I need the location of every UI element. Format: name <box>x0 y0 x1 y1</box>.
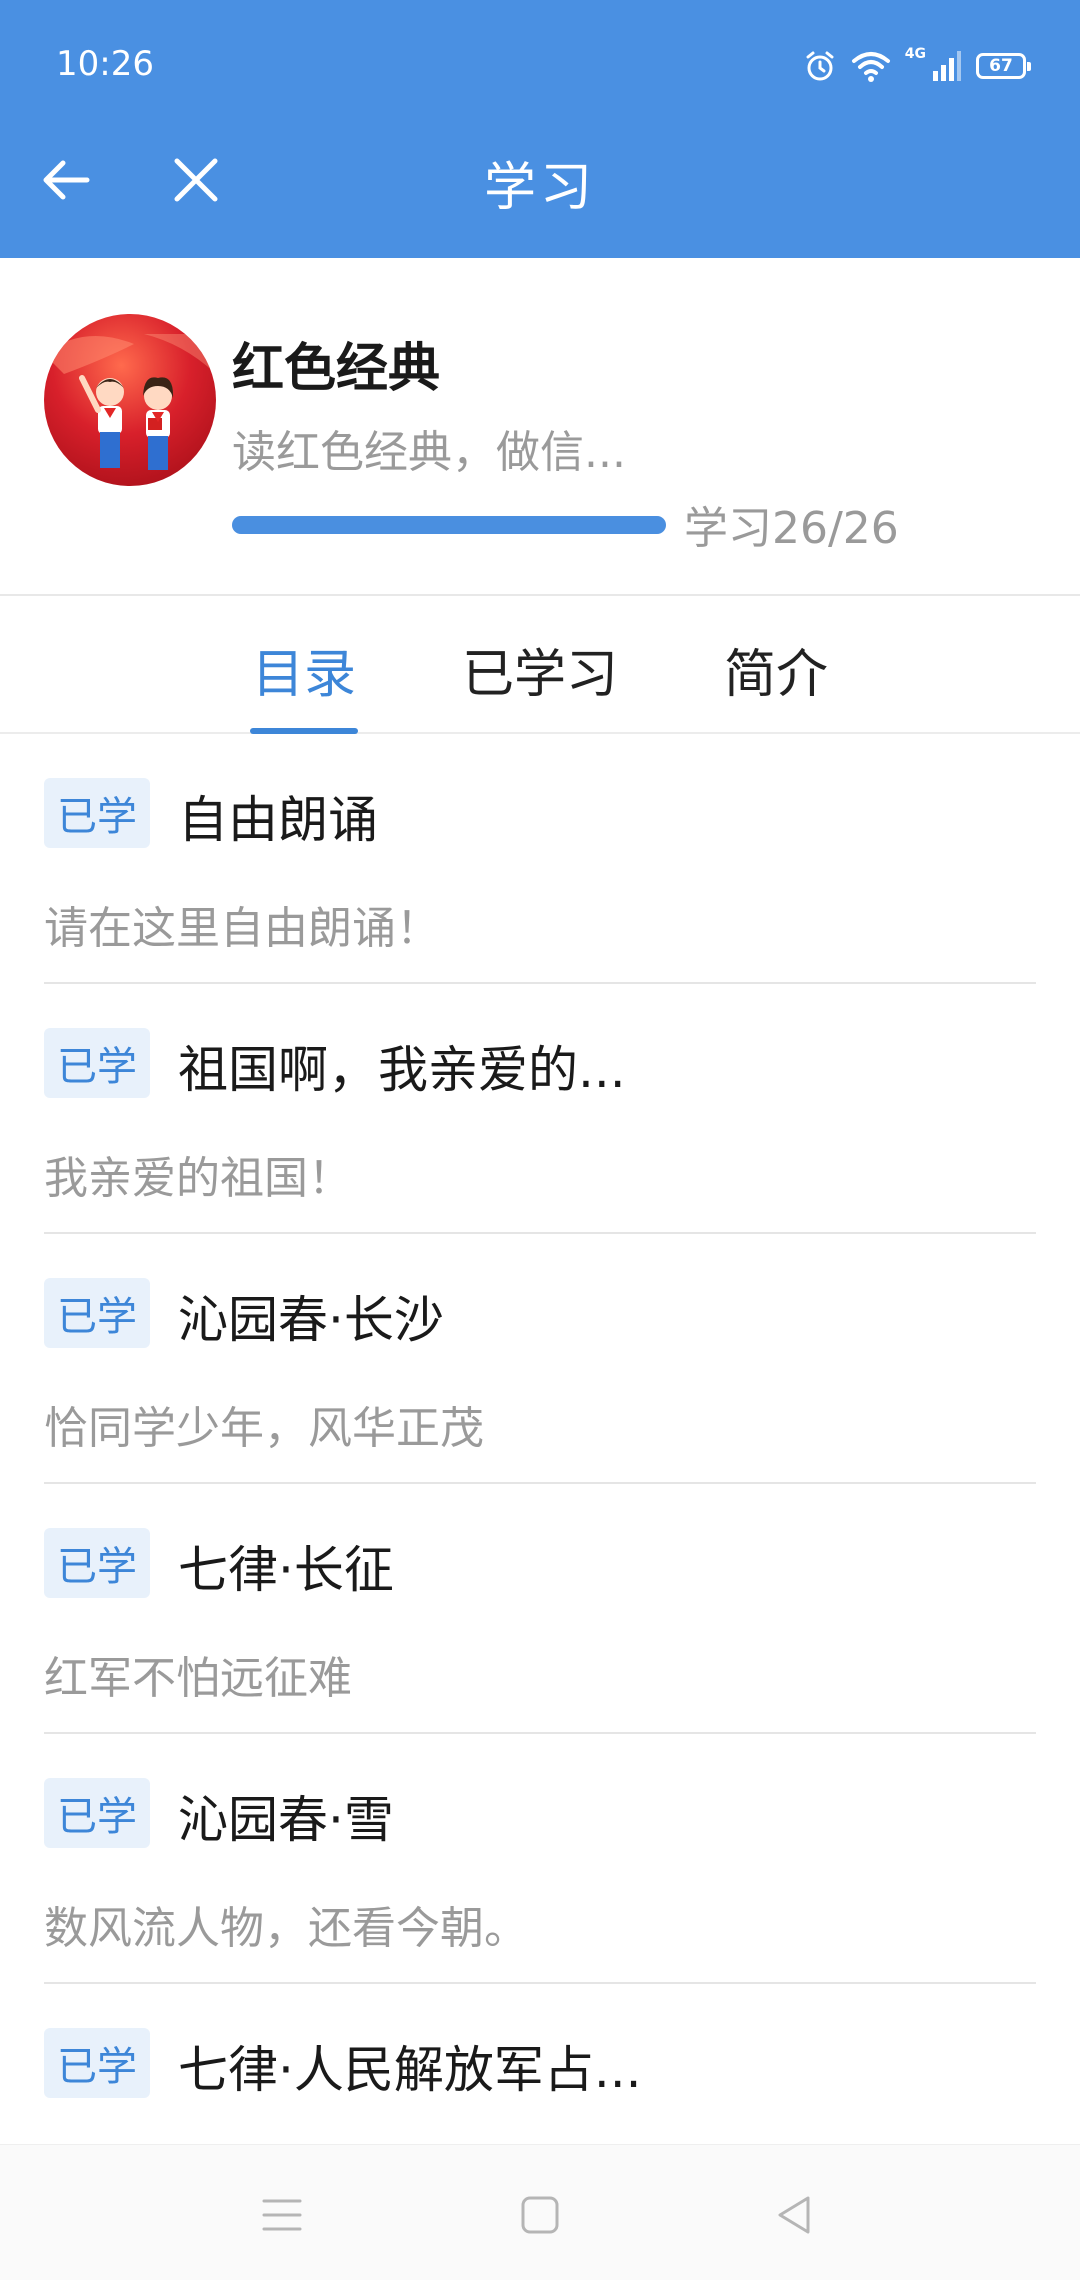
item-title: 沁园春·长沙 <box>178 1291 444 1349</box>
battery-icon: 67 <box>976 53 1031 79</box>
course-card: 红色经典 读红色经典，做信... 学习26/26 <box>0 258 1080 596</box>
status-badge: 已学 <box>44 1028 150 1098</box>
status-time: 10:26 <box>56 44 154 84</box>
menu-button[interactable] <box>252 2185 312 2245</box>
menu-icon <box>262 2199 302 2231</box>
alarm-icon <box>806 51 834 81</box>
status-bar: 10:26 4G 67 <box>0 0 1080 130</box>
progress-text: 学习26/26 <box>684 503 899 554</box>
page-title: 学习 <box>483 158 596 218</box>
item-subtitle: 数风流人物，还看今朝。 <box>44 1903 528 1954</box>
item-subtitle: 我亲爱的祖国！ <box>44 1153 352 1204</box>
course-title: 红色经典 <box>232 339 441 399</box>
status-badge: 已学 <box>44 1528 150 1598</box>
app-header: 10:26 4G 67 学习 <box>0 0 1080 258</box>
item-title: 七律·长征 <box>178 1541 394 1599</box>
home-square-icon <box>521 2196 559 2234</box>
item-title: 七律·人民解放军占... <box>178 2041 642 2099</box>
status-badge: 已学 <box>44 2028 150 2098</box>
item-title: 自由朗诵 <box>178 791 378 849</box>
tab-intro[interactable]: 简介 <box>724 632 828 707</box>
list-item[interactable]: 已学 沁园春·长沙 恰同学少年，风华正茂 <box>0 1234 1080 1484</box>
list-item[interactable]: 已学 沁园春·雪 数风流人物，还看今朝。 <box>0 1734 1080 1984</box>
battery-level: 67 <box>989 56 1013 76</box>
progress-bar <box>232 516 666 534</box>
item-subtitle: 红军不怕远征难 <box>44 1653 352 1704</box>
item-subtitle: 请在这里自由朗诵！ <box>44 903 440 954</box>
list-item[interactable]: 已学 祖国啊，我亲爱的... 我亲爱的祖国！ <box>0 984 1080 1234</box>
tab-learned[interactable]: 已学习 <box>462 632 618 707</box>
item-title: 祖国啊，我亲爱的... <box>178 1041 626 1099</box>
home-button[interactable] <box>510 2185 570 2245</box>
status-badge: 已学 <box>44 1778 150 1848</box>
lesson-list: 已学 自由朗诵 请在这里自由朗诵！ 已学 祖国啊，我亲爱的... 我亲爱的祖国！… <box>0 734 1080 2144</box>
wifi-icon <box>851 52 890 82</box>
system-back-button[interactable] <box>764 2185 824 2245</box>
list-item[interactable]: 已学 七律·长征 红军不怕远征难 <box>0 1484 1080 1734</box>
tab-bar: 目录 已学习 简介 <box>0 596 1080 734</box>
item-subtitle: 恰同学少年，风华正茂 <box>44 1403 484 1454</box>
signal-icon <box>933 51 961 81</box>
course-description: 读红色经典，做信... <box>232 427 626 478</box>
network-type-label: 4G <box>904 46 926 62</box>
status-icons: 4G 67 <box>803 46 1031 86</box>
list-item[interactable]: 已学 自由朗诵 请在这里自由朗诵！ <box>0 734 1080 984</box>
item-title: 沁园春·雪 <box>178 1791 394 1849</box>
status-badge: 已学 <box>44 778 150 848</box>
tab-catalog[interactable]: 目录 <box>252 632 356 707</box>
progress-fill <box>232 516 666 534</box>
course-illustration <box>44 334 216 470</box>
course-avatar <box>44 314 216 486</box>
status-badge: 已学 <box>44 1278 150 1348</box>
list-item[interactable]: 已学 七律·人民解放军占... <box>0 1984 1080 2144</box>
system-navigation-bar <box>0 2144 1080 2280</box>
back-triangle-icon <box>778 2196 810 2234</box>
